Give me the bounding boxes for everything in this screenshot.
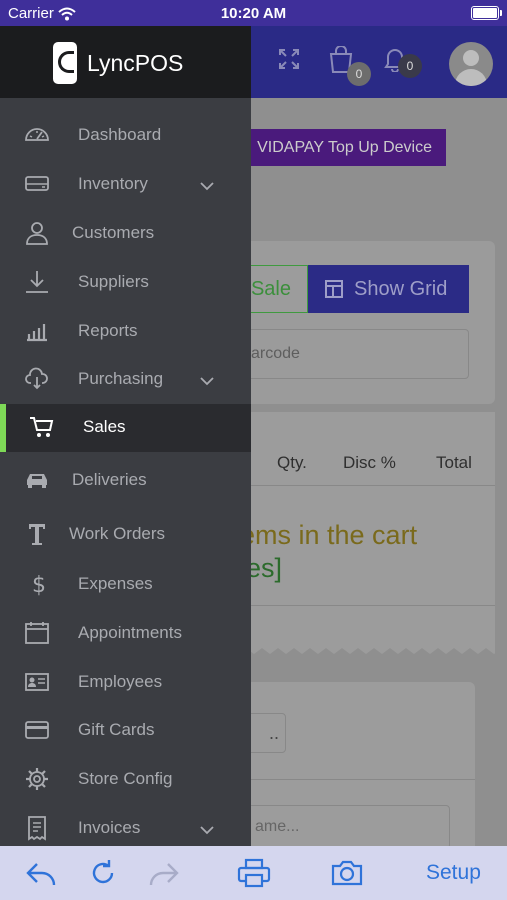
- sidebar-item-suppliers[interactable]: Suppliers: [0, 259, 251, 307]
- refresh-icon[interactable]: [88, 858, 118, 888]
- sidebar-item-expenses[interactable]: $ Expenses: [0, 561, 251, 609]
- reply-back-icon[interactable]: [25, 858, 57, 888]
- sidebar-item-label: Work Orders: [69, 524, 166, 543]
- status-time: 10:20 AM: [220, 5, 287, 22]
- sidebar-item-label: Inventory: [78, 174, 148, 193]
- sidebar-item-deliveries[interactable]: Deliveries: [0, 457, 251, 505]
- purchasing-icon: [25, 367, 48, 390]
- cart-icon: [30, 417, 54, 437]
- svg-text:$: $: [32, 573, 46, 597]
- sidebar-item-label: Purchasing: [78, 369, 164, 388]
- user-avatar[interactable]: [449, 42, 493, 86]
- column-header-total: Total: [436, 453, 472, 472]
- vidapay-topup-button[interactable]: VIDAPAY Top Up Device: [230, 129, 446, 166]
- reports-icon: [27, 324, 47, 342]
- sidebar-item-label: Gift Cards: [78, 720, 155, 739]
- sidebar-item-employees[interactable]: Employees: [0, 659, 251, 707]
- sidebar-item-store-config[interactable]: Store Config: [0, 756, 251, 804]
- print-icon[interactable]: [237, 858, 271, 888]
- active-indicator: [0, 404, 6, 452]
- sidebar-item-invoices[interactable]: Invoices: [0, 805, 251, 846]
- sidebar-item-dashboard[interactable]: Dashboard: [0, 112, 251, 160]
- id-card-icon: [25, 673, 49, 691]
- sidebar-item-label: Deliveries: [72, 470, 147, 489]
- sidebar-item-label: Customers: [72, 223, 155, 242]
- sidebar-item-work-orders[interactable]: Work Orders: [0, 511, 251, 559]
- sidebar-item-reports[interactable]: Reports: [0, 308, 251, 356]
- sidebar-item-label: Suppliers: [78, 272, 149, 291]
- sidebar-item-sales[interactable]: Sales: [0, 404, 251, 452]
- sidebar-item-label: Invoices: [78, 818, 141, 837]
- receipt-edge: [230, 642, 495, 654]
- divider: [230, 605, 495, 606]
- barcode-input[interactable]: arcode: [240, 329, 469, 379]
- browser-toolbar: Setup: [0, 846, 507, 900]
- camera-icon[interactable]: [330, 858, 364, 888]
- divider: [240, 779, 475, 780]
- sidebar-item-customers[interactable]: Customers: [0, 210, 251, 258]
- forward-icon[interactable]: [148, 858, 180, 888]
- work-orders-icon: [29, 524, 45, 545]
- sidebar-item-gift-cards[interactable]: Gift Cards: [0, 707, 251, 755]
- notification-count-badge: 0: [398, 54, 422, 78]
- setup-button[interactable]: Setup: [426, 861, 481, 885]
- chevron-down-icon: [200, 826, 214, 835]
- lyncpos-logo-icon: [53, 42, 77, 84]
- dashboard-icon: [25, 128, 49, 141]
- status-bar: Carrier 10:20 AM: [0, 0, 507, 26]
- sidebar-item-label: Employees: [78, 672, 163, 691]
- drawer-header: LyncPOS: [0, 26, 251, 98]
- sidebar-item-inventory[interactable]: Inventory: [0, 161, 251, 209]
- sidebar-item-appointments[interactable]: Appointments: [0, 610, 251, 658]
- inventory-icon: [25, 176, 49, 191]
- column-header-disc: Disc %: [343, 453, 396, 472]
- customer-name-input[interactable]: ame...: [240, 805, 450, 849]
- sidebar-item-label: Dashboard: [78, 125, 162, 144]
- sidebar-item-label: Appointments: [78, 623, 182, 642]
- fullscreen-icon[interactable]: [278, 48, 300, 70]
- sidebar-item-label: Expenses: [78, 574, 153, 593]
- show-grid-label: Show Grid: [354, 277, 448, 300]
- divider: [230, 485, 495, 486]
- car-icon: [27, 474, 47, 488]
- suppliers-icon: [26, 271, 48, 293]
- credit-card-icon: [25, 721, 49, 739]
- sidebar-item-label: Reports: [78, 321, 138, 340]
- customers-icon: [26, 222, 48, 245]
- show-grid-button[interactable]: Show Grid: [308, 265, 469, 313]
- sidebar-item-label: Store Config: [78, 769, 173, 788]
- chevron-down-icon: [200, 182, 214, 191]
- side-drawer: LyncPOS Dashboard Inventory Customers Su…: [0, 26, 251, 846]
- sidebar-item-purchasing[interactable]: Purchasing: [0, 356, 251, 404]
- brand-name: LyncPOS: [87, 50, 184, 76]
- chevron-down-icon: [200, 377, 214, 386]
- dollar-icon: $: [32, 573, 46, 597]
- grid-icon: [325, 280, 343, 298]
- sidebar-item-label: Sales: [83, 417, 126, 436]
- receipt-icon: [28, 816, 46, 841]
- calendar-icon: [25, 622, 49, 644]
- empty-cart-message: ems in the cart: [240, 520, 418, 550]
- gear-icon: [26, 768, 48, 790]
- column-header-qty: Qty.: [277, 453, 307, 472]
- battery-icon: [471, 6, 502, 20]
- cart-count-badge: 0: [347, 62, 371, 86]
